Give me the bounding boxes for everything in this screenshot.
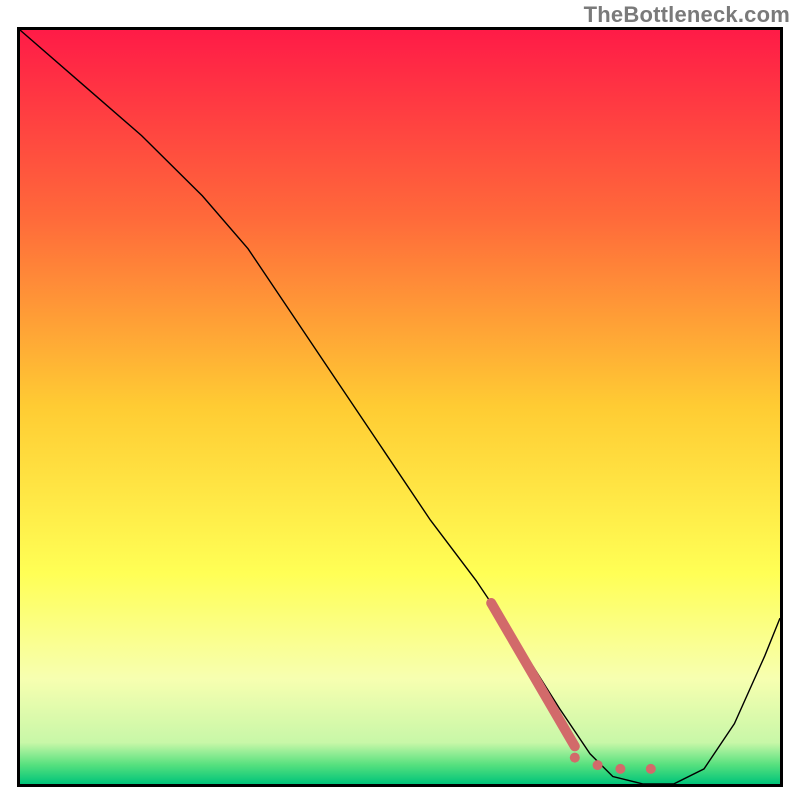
highlight-dot — [570, 753, 580, 763]
watermark-text: TheBottleneck.com — [584, 2, 790, 28]
chart-stage: TheBottleneck.com — [0, 0, 800, 800]
highlight-dot — [646, 764, 656, 774]
plot-svg — [17, 27, 783, 787]
highlight-dot — [593, 760, 603, 770]
plot-area — [17, 27, 783, 787]
highlight-dot — [615, 764, 625, 774]
gradient-background — [20, 30, 780, 784]
